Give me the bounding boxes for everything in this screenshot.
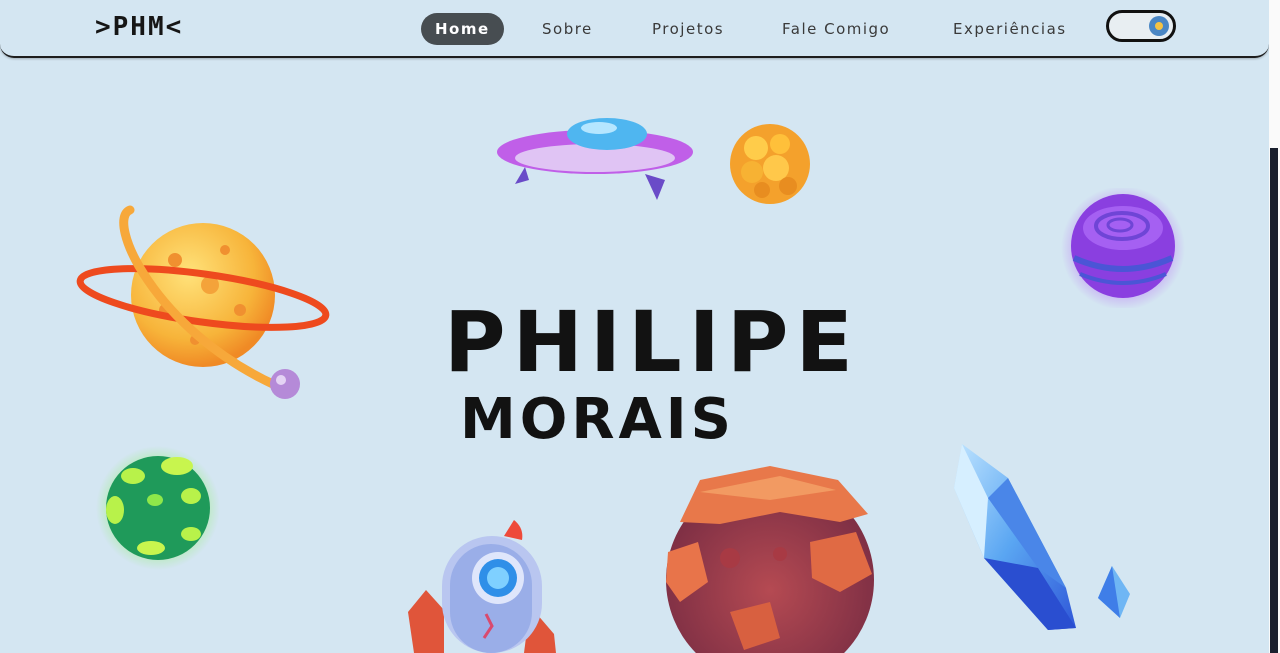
site-logo[interactable]: >PHM< bbox=[95, 12, 183, 42]
nav-experiencias[interactable]: Experiências bbox=[953, 13, 1067, 45]
sun-icon bbox=[1149, 16, 1169, 36]
ufo-illustration bbox=[497, 118, 693, 200]
nav-projetos[interactable]: Projetos bbox=[652, 13, 724, 45]
theme-toggle[interactable] bbox=[1106, 10, 1176, 42]
rock-planet-illustration bbox=[666, 466, 874, 653]
rocket-illustration bbox=[408, 520, 556, 653]
bubbly-planet-illustration bbox=[730, 124, 810, 204]
hero-first-name: PHILIPE bbox=[444, 293, 860, 391]
nav-home[interactable]: Home bbox=[421, 13, 504, 45]
scrollbar-thumb[interactable] bbox=[1270, 148, 1278, 653]
hero-last-name: MORAIS bbox=[460, 387, 735, 452]
ringed-planet-illustration bbox=[76, 205, 330, 399]
crystal-illustration bbox=[954, 444, 1130, 630]
green-planet-illustration bbox=[96, 446, 220, 570]
nav-sobre[interactable]: Sobre bbox=[542, 13, 593, 45]
swirl-planet-illustration bbox=[1061, 188, 1185, 308]
navbar: >PHM< Home Sobre Projetos Fale Comigo Ex… bbox=[0, 0, 1269, 58]
nav-fale-comigo[interactable]: Fale Comigo bbox=[782, 13, 890, 45]
